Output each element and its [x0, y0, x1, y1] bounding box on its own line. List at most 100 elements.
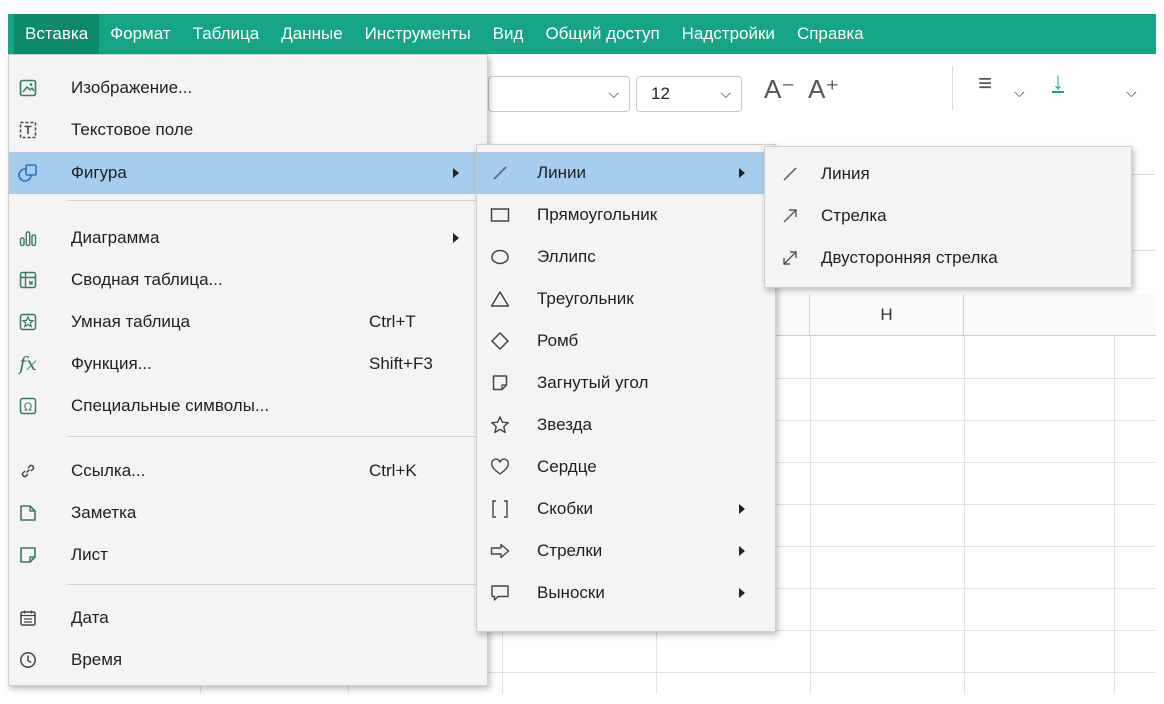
menu-item-link[interactable]: Ссылка... Ctrl+K [9, 450, 487, 492]
svg-text:Ω: Ω [24, 401, 32, 414]
menu-item-image[interactable]: Изображение... [9, 67, 487, 109]
increase-font-icon[interactable]: A⁺ [808, 74, 839, 105]
menu-item-label: Текстовое поле [71, 120, 194, 139]
menu-item-label: Стрелки [537, 541, 603, 560]
menu-item-label: Сводная таблица... [71, 270, 223, 289]
callout-icon [489, 582, 511, 604]
menu-item-label: Линия [821, 164, 870, 183]
clock-icon [17, 649, 39, 671]
shortcut-label: Shift+F3 [369, 354, 433, 373]
menu-item-double-arrow[interactable]: Двусторонняя стрелка [765, 237, 1131, 279]
menu-data[interactable]: Данные [270, 14, 353, 54]
menu-addons[interactable]: Надстройки [671, 14, 786, 54]
menu-item-note[interactable]: Заметка [9, 492, 487, 534]
menu-item-label: Лист [71, 545, 108, 564]
menu-item-rectangle[interactable]: Прямоугольник [477, 194, 775, 236]
menu-item-label: Фигура [71, 163, 127, 182]
line-icon [779, 163, 801, 185]
shortcut-label: Ctrl+T [369, 312, 416, 331]
menu-item-label: Ссылка... [71, 461, 146, 480]
submenu-arrow-icon [739, 168, 745, 178]
chevron-down-icon: ⌵ [608, 85, 619, 101]
menu-item-triangle[interactable]: Треугольник [477, 278, 775, 320]
menu-insert[interactable]: Вставка [14, 14, 100, 54]
menu-item-label: Линии [537, 163, 587, 182]
note-icon [17, 502, 39, 524]
brackets-icon [489, 498, 511, 520]
menu-item-label: Ромб [537, 331, 579, 350]
menu-item-label: Умная таблица [71, 312, 191, 331]
smart-table-icon [17, 311, 39, 333]
menu-item-special-chars[interactable]: Ω Специальные символы... [9, 385, 487, 427]
triangle-icon [489, 288, 511, 310]
sheet-icon [17, 544, 39, 566]
font-size-value: 12 [651, 84, 670, 103]
menu-item-line[interactable]: Линия [765, 153, 1131, 195]
menu-format[interactable]: Формат [99, 14, 181, 54]
chevron-down-icon: ⌵ [720, 85, 731, 101]
column-header-i[interactable] [964, 294, 1156, 336]
menu-item-function[interactable]: fx Функция... Shift+F3 [9, 343, 487, 385]
menu-sharing[interactable]: Общий доступ [534, 14, 670, 54]
menu-item-chart[interactable]: Диаграмма [9, 217, 487, 259]
menu-item-label: Дата [71, 608, 109, 627]
function-icon: fx [19, 353, 37, 375]
text-box-icon [17, 119, 39, 141]
menu-item-smart-table[interactable]: Умная таблица Ctrl+T [9, 301, 487, 343]
menu-view[interactable]: Вид [482, 14, 535, 54]
shapes-icon [17, 162, 39, 184]
menu-item-sheet[interactable]: Лист [9, 534, 487, 576]
ellipse-icon [489, 246, 511, 268]
menu-item-time[interactable]: Время [9, 639, 487, 681]
menu-item-arrows[interactable]: Стрелки [477, 530, 775, 572]
image-icon [17, 77, 39, 99]
align-left-icon[interactable]: ≡ [978, 70, 992, 98]
menu-item-label: Двусторонняя стрелка [821, 248, 998, 267]
heart-icon [489, 456, 511, 478]
valign-bottom-icon[interactable]: ↓ [1052, 68, 1064, 96]
menu-help[interactable]: Справка [786, 14, 875, 54]
menu-separator [67, 436, 487, 437]
lines-submenu: Линия Стрелка Двусторонняя стрелка [764, 146, 1132, 288]
menu-item-lines[interactable]: Линии [477, 152, 775, 194]
grid-line [810, 336, 811, 694]
menu-separator [67, 584, 487, 585]
menu-item-arrow[interactable]: Стрелка [765, 195, 1131, 237]
star-icon [489, 414, 511, 436]
menu-item-folded-corner[interactable]: Загнутый угол [477, 362, 775, 404]
chevron-down-icon[interactable]: ⌵ [1126, 84, 1137, 101]
toolbar-divider [952, 66, 953, 110]
menu-item-brackets[interactable]: Скобки [477, 488, 775, 530]
column-header-h[interactable]: H [810, 294, 964, 336]
menu-item-rhombus[interactable]: Ромб [477, 320, 775, 362]
submenu-arrow-icon [739, 546, 745, 556]
menu-item-label: Выноски [537, 583, 605, 602]
menu-table[interactable]: Таблица [182, 14, 271, 54]
font-size-select[interactable]: 12 ⌵ [636, 76, 742, 112]
menu-item-label: Стрелка [821, 206, 887, 225]
menu-item-star[interactable]: Звезда [477, 404, 775, 446]
chevron-down-icon[interactable]: ⌵ [1014, 84, 1025, 101]
menubar: Вставка Формат Таблица Данные Инструмент… [8, 14, 1156, 54]
menu-item-label: Загнутый угол [537, 373, 649, 392]
menu-item-shapes[interactable]: Фигура [9, 152, 487, 194]
menu-item-ellipse[interactable]: Эллипс [477, 236, 775, 278]
menu-item-text-box[interactable]: Текстовое поле [9, 109, 487, 151]
shortcut-label: Ctrl+K [369, 461, 417, 480]
submenu-arrow-icon [739, 588, 745, 598]
rhombus-icon [489, 330, 511, 352]
menu-item-date[interactable]: Дата [9, 597, 487, 639]
menu-item-pivot-table[interactable]: Сводная таблица... [9, 259, 487, 301]
menu-item-heart[interactable]: Сердце [477, 446, 775, 488]
font-name-select[interactable]: ⌵ [488, 76, 630, 112]
menu-item-label: Специальные символы... [71, 396, 270, 415]
arrows-icon [489, 540, 511, 562]
pivot-table-icon [17, 269, 39, 291]
menu-item-callouts[interactable]: Выноски [477, 572, 775, 614]
submenu-arrow-icon [739, 504, 745, 514]
menu-tools[interactable]: Инструменты [354, 14, 482, 54]
grid-line [1114, 336, 1115, 694]
menu-item-label: Скобки [537, 499, 594, 518]
special-chars-icon: Ω [17, 395, 39, 417]
decrease-font-icon[interactable]: A⁻ [764, 74, 795, 105]
